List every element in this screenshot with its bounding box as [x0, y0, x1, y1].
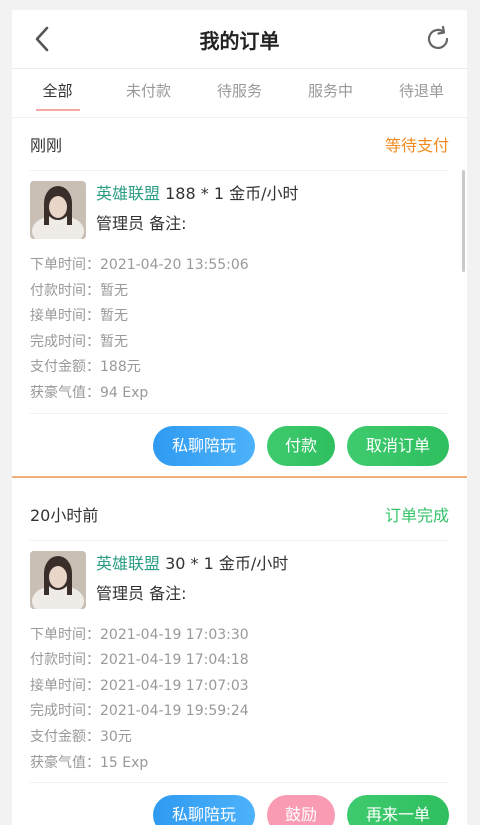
order-header: 刚刚 等待支付 — [30, 118, 449, 171]
order-paid-time: 付款时间：暂无 — [30, 282, 128, 299]
order-created-time: 下单时间：2021-04-20 13:55:06 — [30, 257, 249, 273]
tab-all[interactable]: 全部 — [12, 69, 103, 117]
avatar — [30, 181, 86, 239]
page-title: 我的订单 — [199, 28, 280, 53]
scrollbar[interactable] — [462, 170, 465, 272]
admin-note: 管理员 备注: — [96, 583, 187, 603]
order-tabs: 全部 未付款 待服务 服务中 待退单 — [12, 69, 467, 118]
back-button[interactable] — [28, 24, 58, 54]
tab-unpaid[interactable]: 未付款 — [103, 69, 194, 117]
order-status: 订单完成 — [384, 505, 449, 525]
order-info: 下单时间：2021-04-19 17:03:30 付款时间：2021-04-19… — [30, 609, 449, 784]
product-title: 英雄联盟 30 * 1 金币/小时 — [96, 551, 288, 577]
order-time: 刚刚 — [30, 136, 63, 155]
top-bar: 我的订单 — [12, 10, 467, 69]
app-screen: 我的订单 全部 未付款 待服务 服务中 待退单 刚刚 等待支付 英雄联盟 188… — [12, 10, 467, 825]
order-time: 20小时前 — [30, 505, 99, 525]
refresh-icon — [427, 25, 449, 50]
order-exp: 获豪气值：94 Exp — [30, 384, 149, 401]
tab-in-service[interactable]: 服务中 — [285, 69, 376, 117]
order-amount: 支付金额：188元 — [30, 359, 141, 376]
product-summary[interactable]: 英雄联盟 30 * 1 金币/小时 管理员 备注: — [30, 541, 449, 609]
game-name: 英雄联盟 — [96, 553, 161, 573]
chat-companion-button[interactable]: 私聊陪玩 — [153, 795, 255, 825]
game-name: 英雄联盟 — [96, 184, 161, 203]
order-created-time: 下单时间：2021-04-19 17:03:30 — [30, 626, 249, 643]
order-exp: 获豪气值：15 Exp — [30, 754, 149, 771]
order-header: 20小时前 订单完成 — [30, 488, 449, 541]
avatar — [30, 550, 86, 609]
order-completed-time: 完成时间：暂无 — [30, 333, 128, 350]
order-card: 20小时前 订单完成 英雄联盟 30 * 1 金币/小时 管理员 备注: 下单时 — [12, 488, 467, 825]
order-actions: 私聊陪玩 鼓励 再来一单 — [30, 783, 449, 825]
order-status: 等待支付 — [384, 136, 449, 155]
cancel-order-button[interactable]: 取消订单 — [347, 425, 449, 466]
tab-pending-service[interactable]: 待服务 — [194, 69, 285, 117]
refresh-button[interactable] — [423, 24, 453, 54]
product-title: 英雄联盟 188 * 1 金币/小时 — [96, 181, 298, 207]
order-info: 下单时间：2021-04-20 13:55:06 付款时间：暂无 接单时间：暂无… — [30, 239, 449, 414]
chevron-left-icon — [35, 26, 49, 52]
order-amount: 支付金额：30元 — [30, 728, 132, 745]
admin-note: 管理员 备注: — [96, 214, 187, 233]
order-actions: 私聊陪玩 付款 取消订单 — [30, 414, 449, 476]
encourage-button[interactable]: 鼓励 — [267, 795, 335, 825]
order-accepted-time: 接单时间：2021-04-19 17:07:03 — [30, 677, 249, 694]
product-spec: 188 * 1 金币/小时 — [160, 184, 299, 203]
product-summary[interactable]: 英雄联盟 188 * 1 金币/小时 管理员 备注: — [30, 171, 449, 239]
product-spec: 30 * 1 金币/小时 — [160, 553, 289, 573]
chat-companion-button[interactable]: 私聊陪玩 — [153, 425, 255, 466]
pay-button[interactable]: 付款 — [267, 425, 335, 466]
reorder-button[interactable]: 再来一单 — [347, 795, 449, 825]
order-paid-time: 付款时间：2021-04-19 17:04:18 — [30, 652, 249, 669]
order-completed-time: 完成时间：2021-04-19 19:59:24 — [30, 703, 249, 720]
tab-pending-refund[interactable]: 待退单 — [376, 69, 467, 117]
order-card: 刚刚 等待支付 英雄联盟 188 * 1 金币/小时 管理员 备注: 下单时间： — [12, 118, 467, 476]
order-accepted-time: 接单时间：暂无 — [30, 308, 128, 325]
